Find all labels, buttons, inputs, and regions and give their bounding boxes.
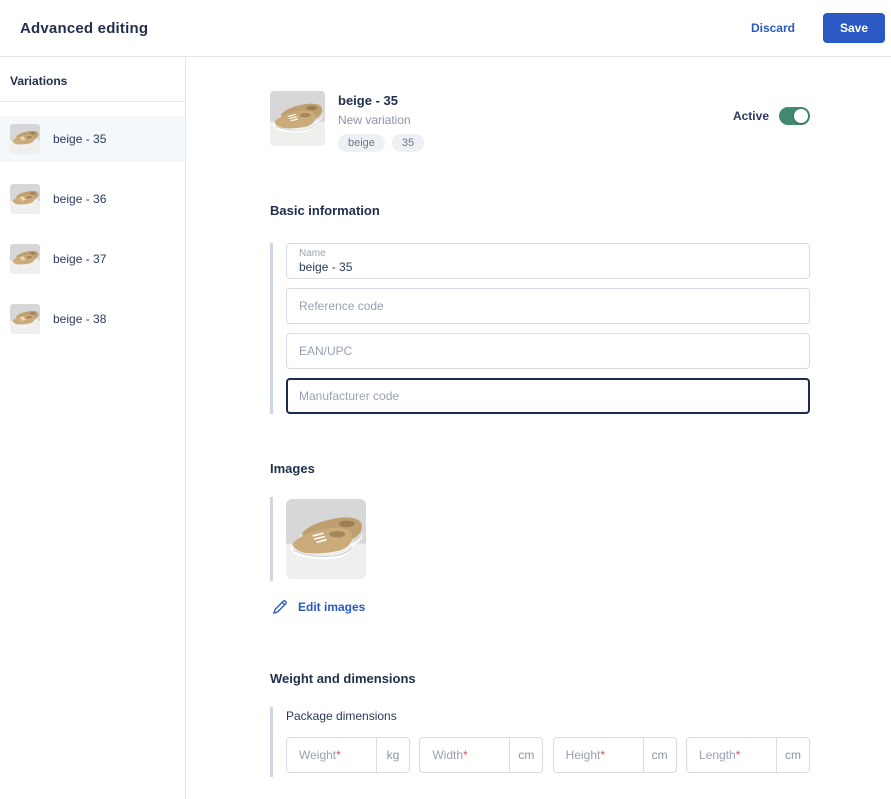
- badge-color: beige: [338, 134, 385, 152]
- height-field[interactable]: Height * cm: [552, 737, 677, 773]
- variation-list: beige - 35 beige - 36 beige - 37 beige -…: [0, 102, 185, 342]
- height-unit: cm: [642, 738, 676, 772]
- variation-label: beige - 36: [53, 192, 107, 206]
- package-dimensions-label: Package dimensions: [286, 709, 397, 723]
- weight-input[interactable]: Weight *: [287, 738, 376, 772]
- required-mark: *: [735, 748, 741, 762]
- variation-label: beige - 37: [53, 252, 107, 266]
- images-heading: Images: [270, 461, 315, 476]
- product-image-tile[interactable]: [286, 499, 366, 579]
- variation-item-beige-37[interactable]: beige - 37: [0, 236, 185, 282]
- page-title: Advanced editing: [20, 19, 149, 37]
- variation-label: beige - 38: [53, 312, 107, 326]
- length-input[interactable]: Length *: [687, 738, 776, 772]
- weight-placeholder: Weight: [299, 748, 337, 762]
- active-label: Active: [732, 109, 769, 123]
- reference-code-input[interactable]: [286, 288, 810, 324]
- variation-label: beige - 35: [53, 132, 107, 146]
- height-placeholder: Height: [565, 748, 601, 762]
- top-bar: Advanced editing Discard Save: [0, 0, 891, 57]
- variation-thumbnail: [10, 124, 40, 154]
- required-mark: *: [600, 748, 606, 762]
- variation-item-beige-35[interactable]: beige - 35: [0, 116, 185, 162]
- product-thumbnail: [270, 91, 325, 146]
- product-status: New variation: [338, 113, 411, 127]
- weight-dimensions-heading: Weight and dimensions: [270, 671, 416, 686]
- product-header: beige - 35 New variation beige 35 Active: [270, 91, 810, 152]
- variation-item-beige-38[interactable]: beige - 38: [0, 296, 185, 342]
- active-toggle-group: Active: [733, 107, 810, 125]
- variation-thumbnail: [10, 184, 40, 214]
- name-input[interactable]: [286, 243, 810, 279]
- width-field[interactable]: Width * cm: [419, 737, 544, 773]
- edit-images-label: Edit images: [298, 600, 366, 614]
- ean-upc-input[interactable]: [286, 333, 810, 369]
- weight-field[interactable]: Weight * kg: [286, 737, 410, 773]
- pencil-icon: [271, 598, 289, 616]
- width-placeholder: Width: [432, 748, 464, 762]
- manufacturer-field-wrap: [286, 378, 810, 414]
- width-input[interactable]: Width *: [420, 738, 509, 772]
- weight-dimensions-section: Weight and dimensions Package dimensions…: [270, 671, 810, 777]
- variation-thumbnail: [10, 244, 40, 274]
- basic-information-section: Basic information Name: [270, 203, 810, 414]
- variations-sidebar: Variations beige - 35 beige - 36 beige -…: [0, 57, 186, 799]
- name-field-wrap: Name: [286, 243, 810, 279]
- ean-field-wrap: [286, 333, 810, 369]
- sidebar-title: Variations: [10, 74, 68, 88]
- height-input[interactable]: Height *: [554, 738, 643, 772]
- edit-images-button[interactable]: Edit images: [271, 598, 365, 616]
- manufacturer-code-input[interactable]: [286, 378, 810, 414]
- dimensions-row: Weight * kg Width * cm Height * cm Length: [286, 737, 810, 773]
- variation-thumbnail: [10, 304, 40, 334]
- length-unit: cm: [775, 738, 809, 772]
- discard-button[interactable]: Discard: [751, 21, 795, 35]
- length-field[interactable]: Length * cm: [685, 737, 810, 773]
- basic-information-heading: Basic information: [270, 203, 380, 218]
- length-placeholder: Length: [698, 748, 736, 762]
- images-section: Images Edit images: [270, 461, 810, 616]
- variation-item-beige-36[interactable]: beige - 36: [0, 176, 185, 222]
- save-button[interactable]: Save: [822, 13, 885, 43]
- product-name: beige - 35: [338, 93, 398, 108]
- weight-unit: kg: [376, 738, 409, 772]
- toggle-knob: [794, 109, 808, 123]
- badge-size: 35: [391, 134, 425, 152]
- product-badges: beige 35: [338, 134, 425, 152]
- basic-information-fields: Name: [270, 243, 810, 414]
- editor-panel: beige - 35 New variation beige 35 Active…: [186, 57, 891, 799]
- package-dimensions-group: Package dimensions Weight * kg Width * cm …: [270, 707, 810, 777]
- images-group: [270, 497, 810, 581]
- required-mark: *: [463, 748, 468, 762]
- required-mark: *: [336, 748, 341, 762]
- reference-field-wrap: [286, 288, 810, 324]
- main-layout: Variations beige - 35 beige - 36 beige -…: [0, 57, 891, 799]
- active-toggle[interactable]: [779, 107, 810, 125]
- product-info: beige - 35 New variation beige 35: [338, 91, 425, 152]
- width-unit: cm: [509, 738, 542, 772]
